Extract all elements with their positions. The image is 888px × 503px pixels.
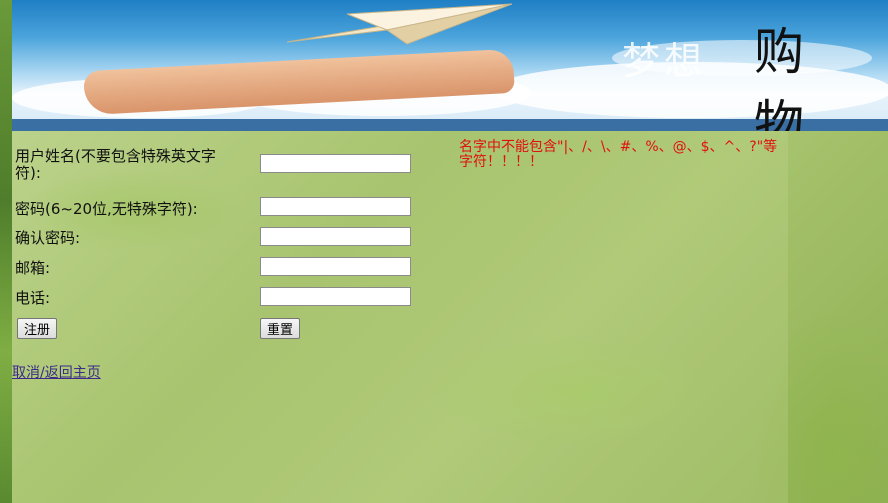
- paper-plane-icon: [287, 3, 512, 45]
- form-overlay: [12, 131, 788, 503]
- banner-title-shopping: 购物: [754, 23, 822, 131]
- email-input[interactable]: [260, 257, 411, 276]
- phone-label: 电话:: [15, 289, 51, 307]
- register-button[interactable]: 注册: [17, 318, 58, 339]
- banner-title-dream: 梦想: [622, 39, 707, 83]
- cancel-return-home-link[interactable]: 取消/返回主页: [12, 362, 101, 382]
- username-warning-text: 名字中不能包含"|、/、\、#、%、@、$、^、?"等字符！！！！: [459, 139, 778, 170]
- confirm-password-input[interactable]: [260, 227, 411, 246]
- phone-input[interactable]: [260, 287, 411, 306]
- left-decorative-stripe: [0, 0, 12, 503]
- reset-button[interactable]: 重置: [260, 318, 301, 339]
- email-label: 邮箱:: [15, 259, 51, 277]
- password-input[interactable]: [260, 197, 411, 216]
- header-banner: 梦想 购物: [12, 0, 888, 131]
- username-label: 用户姓名(不要包含特殊英文字符):: [15, 147, 216, 182]
- username-input[interactable]: [260, 154, 411, 173]
- confirm-password-label: 确认密码:: [15, 229, 81, 247]
- password-label: 密码(6~20位,无特殊字符):: [15, 200, 198, 218]
